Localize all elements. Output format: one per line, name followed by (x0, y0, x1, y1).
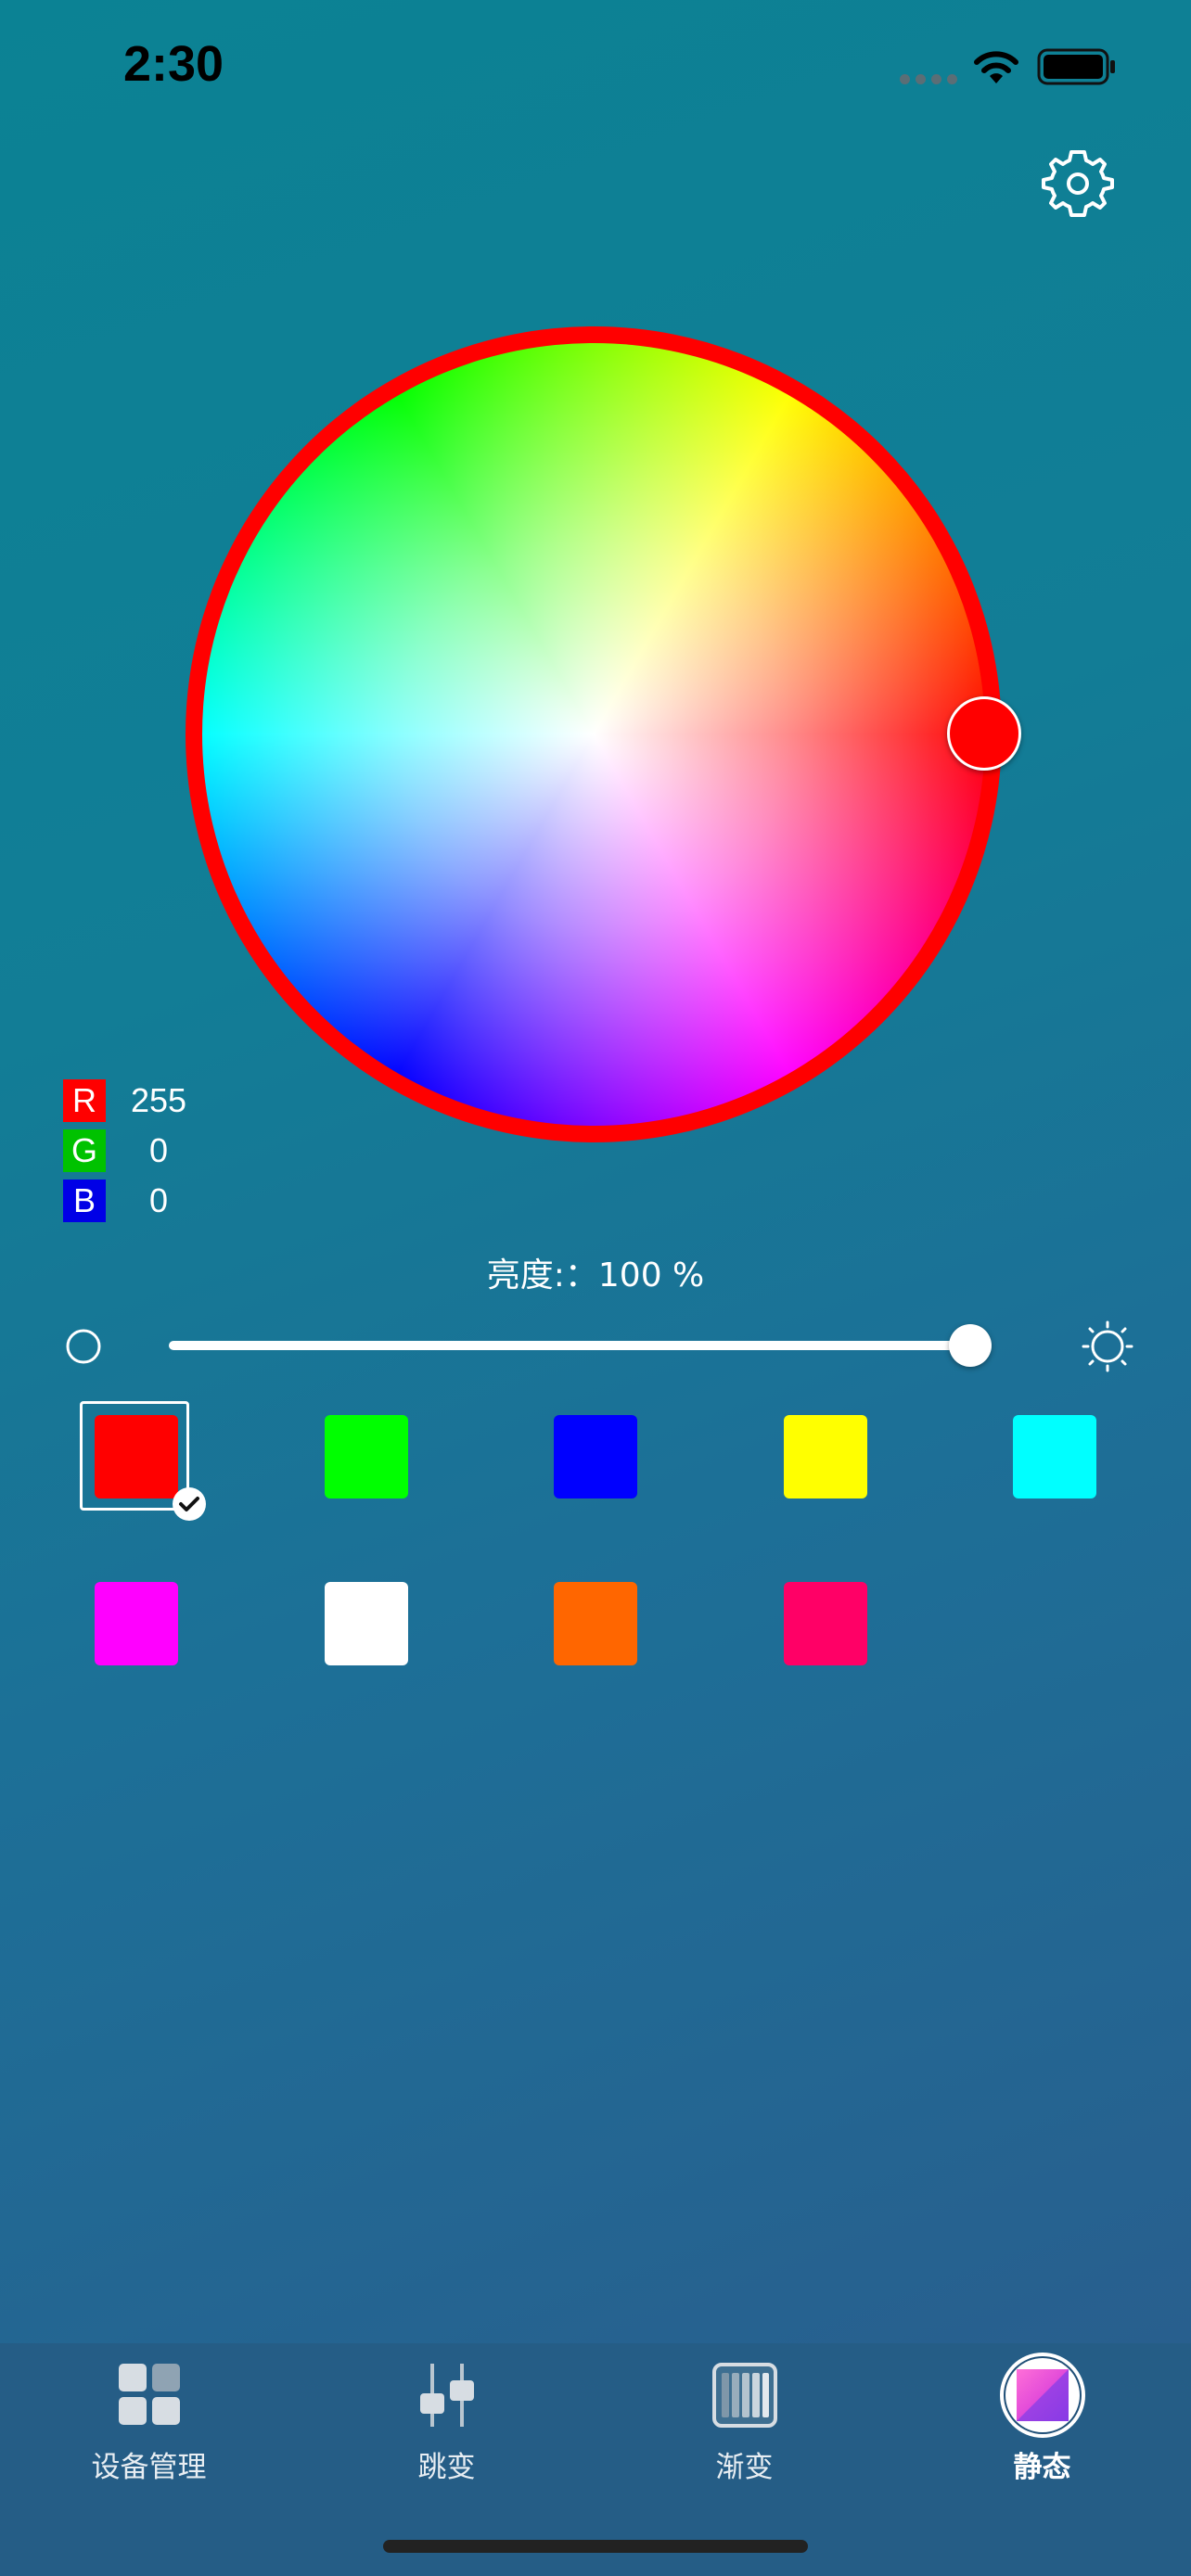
swatch-cyan[interactable] (1013, 1415, 1096, 1498)
settings-button[interactable] (1041, 147, 1115, 221)
rgb-value-r: 255 (130, 1081, 187, 1119)
brightness-slider[interactable] (169, 1341, 991, 1350)
static-color-icon (999, 2353, 1085, 2438)
tab-label: 跳变 (417, 2451, 476, 2484)
tab-static[interactable]: 静态 (893, 2343, 1191, 2510)
rgb-row-g: G 0 (63, 1126, 200, 1176)
cellular-signal-icon (900, 74, 957, 84)
tab-gradient[interactable]: 渐变 (596, 2343, 893, 2510)
swatch-blue[interactable] (554, 1415, 637, 1498)
brightness-slider-thumb[interactable] (949, 1324, 992, 1367)
status-time: 2:30 (123, 36, 224, 92)
circle-icon (66, 1329, 101, 1364)
grid-icon (118, 2364, 180, 2425)
swatch-green[interactable] (325, 1415, 408, 1498)
rgb-value-g: 0 (148, 1131, 169, 1169)
rgb-badge-r: R (63, 1079, 106, 1122)
sun-icon (1082, 1320, 1133, 1372)
tab-label: 设备管理 (91, 2451, 207, 2484)
status-bar: 2:30 (0, 0, 1191, 139)
tab-jump[interactable]: 跳变 (298, 2343, 596, 2510)
rgb-row-b: B 0 (63, 1176, 200, 1226)
swatch-red[interactable] (95, 1415, 178, 1498)
wifi-icon (974, 51, 1018, 83)
home-indicator (383, 2540, 808, 2553)
bars-icon (711, 2363, 777, 2428)
brightness-label: 亮度:：100 % (486, 1256, 705, 1294)
rgb-row-r: R 255 (63, 1076, 200, 1126)
rgb-value-b: 0 (148, 1181, 169, 1219)
color-wheel-handle[interactable] (947, 696, 1021, 771)
tab-device-management[interactable]: 设备管理 (0, 2343, 298, 2510)
sliders-icon (419, 2364, 474, 2427)
rgb-badge-b: B (63, 1180, 106, 1222)
swatch-yellow[interactable] (784, 1415, 867, 1498)
swatch-pink[interactable] (784, 1582, 867, 1665)
tab-label: 静态 (1013, 2451, 1071, 2484)
swatch-white[interactable] (325, 1582, 408, 1665)
color-wheel-ring (186, 326, 1002, 1142)
check-icon (173, 1487, 206, 1521)
swatch-orange[interactable] (554, 1582, 637, 1665)
tab-label: 渐变 (715, 2451, 774, 2484)
rgb-badge-g: G (63, 1129, 106, 1172)
color-wheel[interactable] (202, 343, 985, 1126)
battery-icon (1037, 48, 1115, 85)
gear-icon (1042, 150, 1114, 217)
rgb-readout: R 255 G 0 B 0 (63, 1076, 200, 1226)
swatch-magenta[interactable] (95, 1582, 178, 1665)
